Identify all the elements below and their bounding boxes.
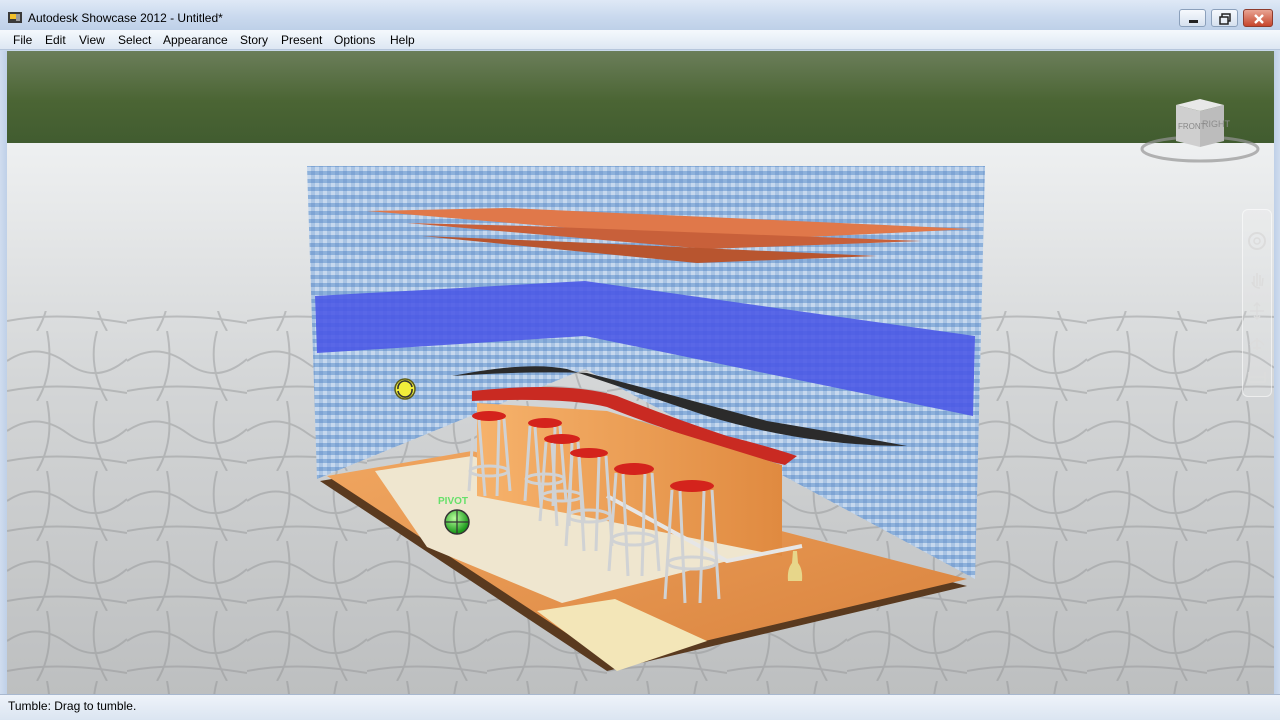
look-button[interactable] xyxy=(1246,364,1268,386)
menu-story[interactable]: Story xyxy=(240,33,268,47)
viewcube-right-label: RIGHT xyxy=(1202,119,1231,129)
pivot-label: PIVOT xyxy=(438,496,468,507)
foliage-backdrop xyxy=(7,51,1274,151)
look-icon xyxy=(1248,372,1266,383)
pivot-marker[interactable] xyxy=(444,509,470,535)
status-bar: Tumble: Drag to tumble. xyxy=(0,694,1280,720)
orbit-button[interactable] xyxy=(1246,332,1268,354)
menu-select[interactable]: Select xyxy=(118,33,151,47)
app-icon xyxy=(8,12,22,23)
menu-present[interactable]: Present xyxy=(281,33,322,47)
pan-button[interactable] xyxy=(1246,268,1268,290)
restore-button[interactable] xyxy=(1211,9,1238,27)
close-icon xyxy=(1254,14,1264,24)
window-frame-left xyxy=(0,51,7,694)
restore-icon xyxy=(1219,13,1231,25)
menu-options[interactable]: Options xyxy=(334,33,375,47)
menu-help[interactable]: Help xyxy=(390,33,415,47)
menu-bar: File Edit View Select Appearance Story P… xyxy=(0,30,1280,50)
menu-appearance[interactable]: Appearance xyxy=(163,33,228,47)
navigation-bar xyxy=(1242,209,1272,397)
pan-icon xyxy=(1251,273,1264,289)
orbit-icon xyxy=(1249,338,1265,350)
tumble-cursor-icon xyxy=(394,378,416,400)
zoom-icon xyxy=(1250,301,1264,321)
viewcube[interactable]: FRONT RIGHT xyxy=(1140,95,1260,165)
minimize-button[interactable] xyxy=(1179,9,1206,27)
menu-edit[interactable]: Edit xyxy=(45,33,66,47)
scene-render[interactable]: PIVOT xyxy=(7,51,1274,694)
window-title: Autodesk Showcase 2012 - Untitled* xyxy=(28,11,223,25)
title-bar: Autodesk Showcase 2012 - Untitled* xyxy=(0,0,1280,30)
status-text: Tumble: Drag to tumble. xyxy=(8,699,137,713)
3d-viewport[interactable]: PIVOT FRONT RIGHT xyxy=(7,51,1274,694)
minimize-icon xyxy=(1189,20,1198,23)
menu-view[interactable]: View xyxy=(79,33,105,47)
menu-file[interactable]: File xyxy=(13,33,32,47)
steering-wheel-icon xyxy=(1248,232,1266,250)
window-frame-right xyxy=(1274,51,1280,694)
steering-wheel-button[interactable] xyxy=(1246,230,1268,252)
close-button[interactable] xyxy=(1243,9,1273,27)
zoom-button[interactable] xyxy=(1246,300,1268,322)
